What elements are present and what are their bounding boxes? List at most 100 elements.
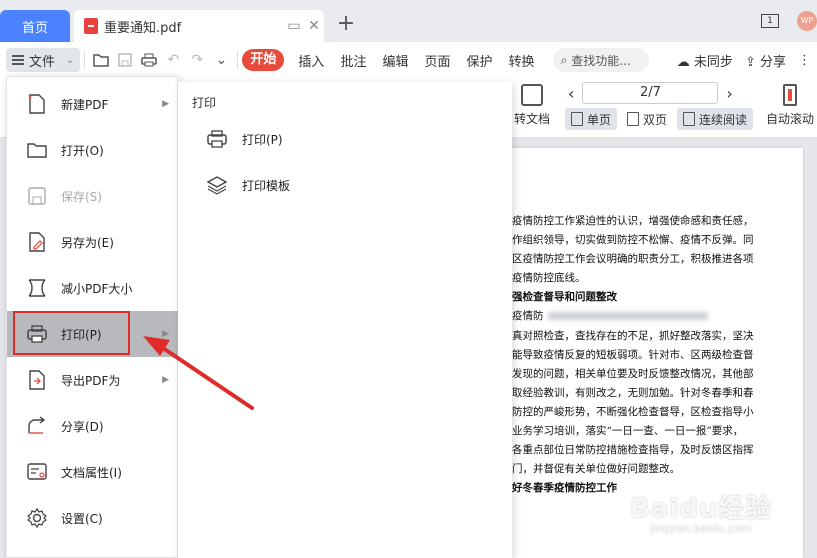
document-line-text: 取经验教训，有则改之，无则加勉。针对冬春季和春 xyxy=(512,386,754,399)
tab-page[interactable]: 页面 xyxy=(416,51,458,70)
new-pdf-icon: * xyxy=(25,93,49,115)
add-tab-button[interactable]: + xyxy=(334,12,358,36)
file-menu-button[interactable]: 文件 ⌄ xyxy=(6,48,81,72)
menu-item-label: 导出PDF为 xyxy=(61,373,121,388)
sync-label: 未同步 xyxy=(693,54,733,70)
menu-item-reduce-size[interactable]: 减小PDF大小 xyxy=(7,265,179,311)
window-count-badge[interactable]: 1 xyxy=(761,14,779,28)
submenu-item-label: 打印模板 xyxy=(242,178,291,193)
tab-edit[interactable]: 编辑 xyxy=(374,51,416,70)
toolbar-divider xyxy=(84,51,86,69)
menu-item-new-pdf[interactable]: * 新建PDF ▶ xyxy=(7,81,179,127)
convert-doc-label: 转文档 xyxy=(513,112,550,126)
document-line-text: 防控的严峻形势，不断强化检查督导，区检查指导小 xyxy=(512,405,754,418)
document-line: 疫情防 xyxy=(512,307,802,326)
menu-item-label: 另存为(E) xyxy=(61,235,114,250)
chevron-right-icon: ▶ xyxy=(162,329,169,339)
tab-home[interactable]: 首页 xyxy=(0,10,70,42)
menu-item-share[interactable]: 分享(D) xyxy=(7,403,179,449)
document-line: 真对照检查，查找存在的不足，抓好整改落实，坚决 xyxy=(512,327,802,346)
more-icon[interactable]: ⋮ xyxy=(798,53,811,68)
svg-text:*: * xyxy=(28,94,33,104)
settings-icon xyxy=(25,507,49,529)
watermark-url: jingyan.baidu.com xyxy=(650,522,752,535)
folder-open-icon xyxy=(25,139,49,161)
cloud-icon: ☁ xyxy=(676,54,690,70)
document-line: 门，并督促有关单位做好问题整改。 xyxy=(512,460,802,479)
save-icon[interactable] xyxy=(113,48,137,72)
share-button[interactable]: ⇪ 分享 xyxy=(745,51,786,70)
tab-document[interactable]: 重要通知.pdf ▭ ✕ xyxy=(74,10,324,42)
menu-item-settings[interactable]: 设置(C) xyxy=(7,495,179,541)
menu-item-label: 设置(C) xyxy=(61,511,103,526)
menu-item-save[interactable]: 保存(S) xyxy=(7,173,179,219)
auto-scroll-button[interactable]: 自动滚动 xyxy=(764,84,816,127)
menu-item-doc-properties[interactable]: 文档属性(I) xyxy=(7,449,179,495)
prev-page-icon[interactable]: ‹ xyxy=(568,84,574,103)
convert-doc-button[interactable]: 转文档 xyxy=(512,84,552,127)
print-submenu: 打印 打印(P) 打印模板 xyxy=(178,82,512,558)
convert-doc-icon xyxy=(521,84,543,106)
submenu-item-print[interactable]: 打印(P) xyxy=(204,124,283,154)
continuous-read-button[interactable]: 连续阅读 xyxy=(677,108,754,130)
share-label: 分享 xyxy=(759,54,786,70)
document-line-text: 门，并督促有关单位做好问题整改。 xyxy=(512,463,680,476)
document-line-text: 作组织领导，切实做到防控不松懈、疫情不反弹。同 xyxy=(512,234,754,247)
save-as-icon xyxy=(25,231,49,253)
menu-item-export-pdf[interactable]: 导出PDF为 ▶ xyxy=(7,357,179,403)
more-dropdown-icon[interactable]: ⌄ xyxy=(209,48,233,72)
print-icon[interactable] xyxy=(137,48,161,72)
submenu-item-print-template[interactable]: 打印模板 xyxy=(204,170,290,200)
next-page-icon[interactable]: › xyxy=(726,84,732,103)
monitor-icon[interactable]: ▭ xyxy=(284,18,304,34)
continuous-read-icon xyxy=(683,112,696,126)
main-toolbar: 文件 ⌄ ↶ ↷ ⌄ 开始 插入 批注 编辑 页面 保护 转换 ⌕ 查找功能..… xyxy=(0,42,817,78)
redo-icon[interactable]: ↷ xyxy=(185,48,209,72)
single-page-button[interactable]: 单页 xyxy=(565,108,618,130)
undo-icon[interactable]: ↶ xyxy=(161,48,185,72)
share-icon xyxy=(25,415,49,437)
document-line: 疫情防控底线。 xyxy=(512,269,802,288)
double-page-button[interactable]: 双页 xyxy=(621,108,673,130)
redacted-text xyxy=(547,312,708,321)
search-placeholder: 查找功能... xyxy=(571,53,631,68)
document-line: 区疫情防控工作会议明确的职责分工，积极推进各项 xyxy=(512,250,802,269)
document-line-text: 疫情防控底线。 xyxy=(512,272,586,285)
search-input[interactable]: ⌕ 查找功能... xyxy=(552,48,649,72)
tab-convert[interactable]: 转换 xyxy=(501,51,543,70)
page-number-input[interactable]: 2/7 xyxy=(582,82,719,104)
document-line: 取经验教训，有则改之，无则加勉。针对冬春季和春 xyxy=(512,384,802,403)
hamburger-icon xyxy=(12,55,24,65)
double-page-icon xyxy=(627,112,640,126)
close-tab-icon[interactable]: ✕ xyxy=(304,18,324,34)
document-line-text: 区疫情防控工作会议明确的职责分工，积极推进各项 xyxy=(512,253,754,266)
menu-item-label: 打开(O) xyxy=(61,143,104,158)
auto-scroll-label: 自动滚动 xyxy=(765,112,814,126)
tab-annotate[interactable]: 批注 xyxy=(332,51,374,70)
compress-icon xyxy=(25,277,49,299)
pdf-file-icon xyxy=(84,18,98,34)
annotation-highlight-box xyxy=(13,311,130,355)
menu-item-label: 新建PDF xyxy=(61,97,109,112)
document-line: 疫情防控工作紧迫性的认识，增强使命感和责任感， xyxy=(512,212,802,231)
document-line-text: 业务学习培训，落实“一日一查、一日一报”要求， xyxy=(512,425,744,438)
document-line: 作组织领导，切实做到防控不松懈、疫情不反弹。同 xyxy=(512,231,802,250)
tab-protect[interactable]: 保护 xyxy=(458,51,500,70)
document-line-text: 能导致疫情反复的短板弱项。针对市、区两级检查督 xyxy=(512,348,754,361)
document-line-text: 疫情防 xyxy=(512,310,544,323)
sync-button[interactable]: ☁ 未同步 xyxy=(677,51,733,70)
document-line-text: 强检查督导和问题整改 xyxy=(512,291,617,304)
title-bar: 首页 重要通知.pdf ▭ ✕ + 1 WP xyxy=(0,0,817,42)
document-line-text: 各重点部位日常防控措施检查指导，及时反馈区指挥 xyxy=(512,444,754,457)
document-line: 各重点部位日常防控措施检查指导，及时反馈区指挥 xyxy=(512,441,802,460)
tab-start[interactable]: 开始 xyxy=(242,49,285,71)
avatar[interactable]: WP xyxy=(797,11,817,31)
document-line: 能导致疫情反复的短板弱项。针对市、区两级检查督 xyxy=(512,346,802,365)
document-line: 强检查督导和问题整改 xyxy=(512,288,802,307)
tab-insert[interactable]: 插入 xyxy=(290,51,332,70)
chevron-right-icon: ▶ xyxy=(162,99,169,109)
menu-item-open[interactable]: 打开(O) xyxy=(7,127,179,173)
menu-item-save-as[interactable]: 另存为(E) xyxy=(7,219,179,265)
open-folder-icon[interactable] xyxy=(89,48,113,72)
toolbar-right: ☁ 未同步 ⇪ 分享 ⋮ xyxy=(677,42,811,78)
